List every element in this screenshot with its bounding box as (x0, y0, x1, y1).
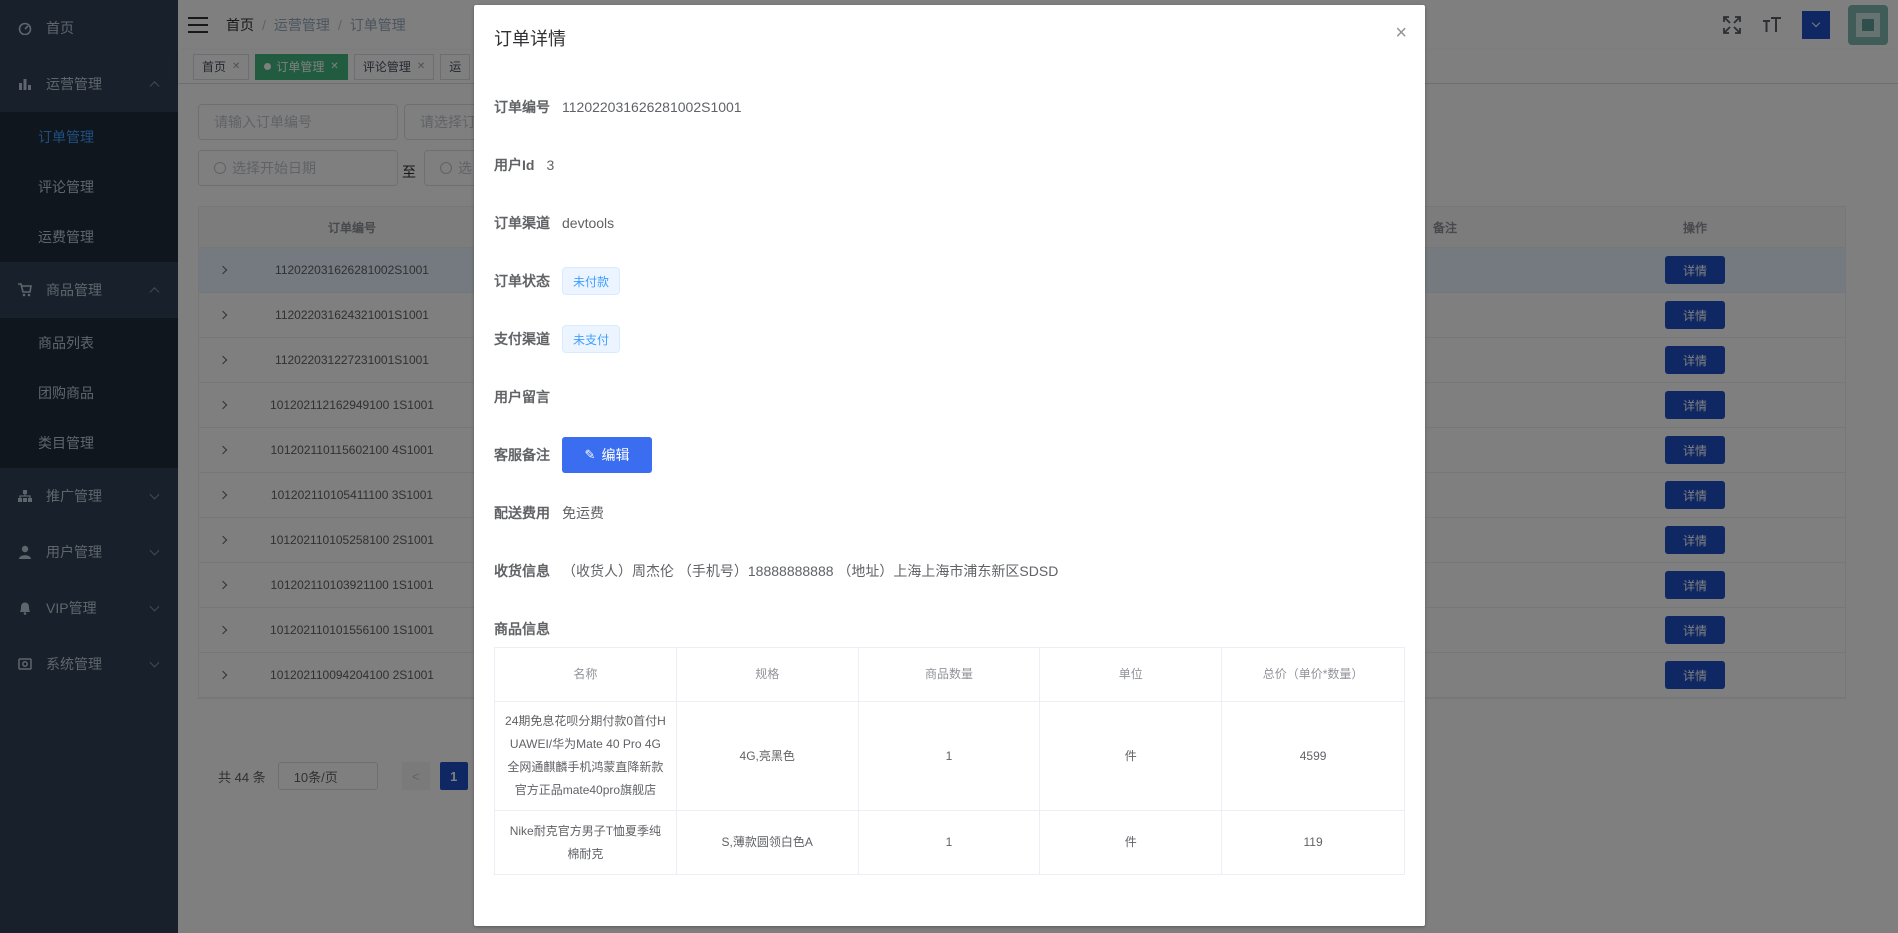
goods-spec: 4G,亮黑色 (677, 702, 859, 810)
header-name: 名称 (495, 648, 677, 701)
goods-name-line: 官方正品mate40pro旗舰店 (514, 783, 657, 797)
field-order-no: 订单编号 112022031626281002S1001 (494, 87, 742, 127)
header-spec: 规格 (677, 648, 859, 701)
goods-spec: S,薄款圆领白色A (677, 811, 859, 874)
field-receiver: 收货信息 （收货人）周杰伦 （手机号）18888888888 （地址）上海上海市… (494, 551, 1058, 591)
field-label: 用户留言 (494, 389, 550, 405)
field-label: 收货信息 (494, 563, 550, 579)
field-channel: 订单渠道 devtools (494, 203, 614, 243)
header-unit: 单位 (1040, 648, 1223, 701)
goods-name-line: 全网通麒麟手机鸿蒙直降新款 (507, 760, 664, 774)
close-icon[interactable]: × (1395, 23, 1407, 43)
field-user-message: 用户留言 (494, 377, 562, 417)
goods-unit: 件 (1040, 811, 1223, 874)
channel-value: devtools (562, 215, 615, 231)
goods-name: Nike耐克官方男子T恤夏季纯 棉耐克 (495, 811, 677, 874)
status-tag: 未付款 (562, 267, 621, 295)
goods-name-line: 棉耐克 (567, 846, 604, 861)
goods-name-line: UAWEI/华为Mate 40 Pro 4G (509, 737, 661, 751)
edit-icon: ✎ (584, 447, 596, 462)
goods-total: 119 (1303, 835, 1323, 849)
header-total: 总价（单价*数量） (1262, 667, 1364, 681)
edit-button-label: 编辑 (601, 447, 630, 463)
field-goods: 商品信息 (494, 609, 562, 649)
pay-tag: 未支付 (562, 325, 621, 353)
field-label: 订单渠道 (494, 215, 550, 231)
header-qty: 商品数量 (859, 648, 1041, 701)
order-no-value: 112022031626281002S1001 (562, 99, 742, 115)
field-pay-channel: 支付渠道 未支付 (494, 319, 621, 359)
field-label: 客服备注 (494, 447, 550, 463)
field-label: 配送费用 (494, 505, 550, 521)
goods-qty: 1 (859, 811, 1041, 874)
receiver-value: （收货人）周杰伦 （手机号）18888888888 （地址）上海上海市浦东新区S… (562, 563, 1059, 579)
field-status: 订单状态 未付款 (494, 261, 621, 301)
dialog-title: 订单详情 (494, 29, 566, 49)
goods-name: 24期免息花呗分期付款0首付H UAWEI/华为Mate 40 Pro 4G 全… (495, 702, 677, 810)
field-user-id: 用户Id 3 (494, 145, 554, 185)
field-label: 支付渠道 (494, 331, 550, 347)
table-row: Nike耐克官方男子T恤夏季纯 棉耐克 S,薄款圆领白色A 1 件 119 (495, 811, 1404, 874)
edit-remark-button[interactable]: ✎ 编辑 (562, 437, 652, 473)
goods-table-header: 名称 规格 商品数量 单位 总价（单价*数量） (495, 648, 1404, 702)
table-row: 24期免息花呗分期付款0首付H UAWEI/华为Mate 40 Pro 4G 全… (495, 702, 1404, 811)
field-label: 订单状态 (494, 273, 550, 289)
field-shipping: 配送费用 免运费 (494, 493, 604, 533)
goods-total: 4599 (1299, 748, 1327, 763)
goods-table: 名称 规格 商品数量 单位 总价（单价*数量） 24期免息花呗分期付款0首付H … (494, 647, 1405, 875)
goods-name-line: Nike耐克官方男子T恤夏季纯 (509, 823, 662, 838)
user-id-value: 3 (546, 157, 555, 173)
goods-name-line: 24期免息花呗分期付款0首付H (505, 714, 666, 728)
goods-qty: 1 (859, 702, 1041, 810)
field-service-remark: 客服备注 ✎ 编辑 (494, 435, 652, 475)
order-detail-dialog: 订单详情 × 订单编号 112022031626281002S1001 用户Id… (474, 5, 1425, 926)
shipping-value: 免运费 (562, 505, 604, 521)
goods-unit: 件 (1040, 702, 1223, 810)
field-label: 用户Id (494, 157, 535, 173)
field-label: 商品信息 (494, 621, 550, 637)
field-label: 订单编号 (494, 99, 550, 115)
